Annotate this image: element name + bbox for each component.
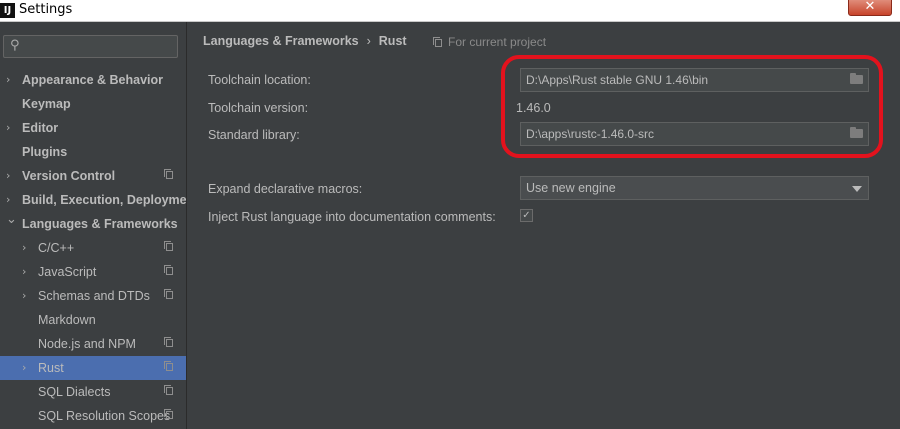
chevron-right-icon[interactable]: › [22, 236, 26, 260]
settings-sidebar: ⚲ › Appearance & Behavior Keymap › Editor Plu… [0, 22, 187, 429]
project-scope-icon [164, 265, 173, 275]
project-scope-icon [164, 409, 173, 419]
expand-macros-dropdown[interactable]: Use new engine [520, 176, 869, 200]
intellij-icon: IJ [0, 3, 15, 18]
chevron-right-icon[interactable]: › [6, 188, 10, 212]
project-note: For current project [433, 35, 547, 49]
chevron-right-icon[interactable]: › [6, 68, 10, 92]
chevron-right-icon[interactable]: › [6, 164, 10, 188]
sidebar-item-label: Build, Execution, Deployment [22, 193, 186, 207]
standard-library-label: Standard library: [208, 128, 300, 142]
breadcrumb-separator: › [366, 34, 371, 48]
chevron-right-icon[interactable]: › [22, 260, 26, 284]
sidebar-item-label: Appearance & Behavior [22, 73, 164, 87]
sidebar-item-label: SQL Dialects [38, 385, 111, 399]
inject-rust-checkbox[interactable]: ✓ [520, 209, 533, 222]
sidebar-item-label: Node.js and NPM [38, 337, 136, 351]
project-note-label: For current project [448, 35, 547, 49]
project-scope-icon [164, 337, 173, 347]
sidebar-item-label: Version Control [22, 169, 116, 183]
sidebar-item-label: Keymap [22, 97, 71, 111]
search-icon: ⚲ [10, 38, 20, 53]
red-highlight-annotation [501, 55, 883, 158]
sidebar-item-label: Languages & Frameworks [22, 217, 178, 231]
sidebar-item-label: Plugins [22, 145, 68, 159]
sidebar-item[interactable]: › C/C++ [0, 236, 186, 260]
chevron-right-icon[interactable]: › [6, 116, 10, 140]
window-title: Settings [19, 2, 73, 17]
sidebar-item[interactable]: › Version Control [0, 164, 186, 188]
inject-rust-label: Inject Rust language into documentation … [208, 210, 496, 224]
sidebar-item[interactable]: Plugins [0, 140, 186, 164]
close-button[interactable]: ✕ [848, 0, 892, 16]
breadcrumb-current: Rust [378, 34, 407, 48]
chevron-down-icon [852, 186, 862, 192]
sidebar-item[interactable]: Markdown [0, 308, 186, 332]
settings-tree: › Appearance & Behavior Keymap › Editor Plugi… [0, 68, 186, 428]
sidebar-item[interactable]: › Rust [0, 356, 186, 380]
toolchain-location-label: Toolchain location: [208, 73, 311, 87]
project-scope-icon [164, 385, 173, 395]
sidebar-item[interactable]: Keymap [0, 92, 186, 116]
search-input[interactable]: ⚲ [3, 35, 178, 58]
sidebar-item[interactable]: SQL Dialects [0, 380, 186, 404]
sidebar-item[interactable]: › Build, Execution, Deployment [0, 188, 186, 212]
project-scope-icon [433, 37, 442, 47]
sidebar-item[interactable]: ⌄ Languages & Frameworks [0, 212, 186, 236]
breadcrumb: Languages & Frameworks › Rust [203, 34, 407, 48]
sidebar-item-label: Markdown [38, 313, 96, 327]
expand-macros-value: Use new engine [526, 181, 616, 195]
settings-content: Languages & Frameworks › Rust For current … [187, 22, 900, 429]
sidebar-item[interactable]: Node.js and NPM [0, 332, 186, 356]
project-scope-icon [164, 289, 173, 299]
project-scope-icon [164, 169, 173, 179]
sidebar-item-label: SQL Resolution Scopes [38, 409, 171, 423]
toolchain-version-label: Toolchain version: [208, 101, 309, 115]
chevron-down-icon[interactable]: ⌄ [6, 212, 17, 232]
sidebar-item-label: Rust [38, 361, 64, 375]
sidebar-item-label: JavaScript [38, 265, 97, 279]
project-scope-icon [164, 241, 173, 251]
sidebar-item-label: C/C++ [38, 241, 75, 255]
breadcrumb-parent[interactable]: Languages & Frameworks [203, 34, 359, 48]
expand-macros-label: Expand declarative macros: [208, 182, 363, 196]
title-bar: IJ Settings ✕ [0, 0, 900, 22]
sidebar-item[interactable]: SQL Resolution Scopes [0, 404, 186, 428]
sidebar-item[interactable]: › Editor [0, 116, 186, 140]
sidebar-item-label: Schemas and DTDs [38, 289, 150, 303]
sidebar-item[interactable]: › Schemas and DTDs [0, 284, 186, 308]
sidebar-item[interactable]: › JavaScript [0, 260, 186, 284]
chevron-right-icon[interactable]: › [22, 356, 26, 380]
chevron-right-icon[interactable]: › [22, 284, 26, 308]
sidebar-item[interactable]: › Appearance & Behavior [0, 68, 186, 92]
sidebar-item-label: Editor [22, 121, 59, 135]
project-scope-icon [164, 361, 173, 371]
